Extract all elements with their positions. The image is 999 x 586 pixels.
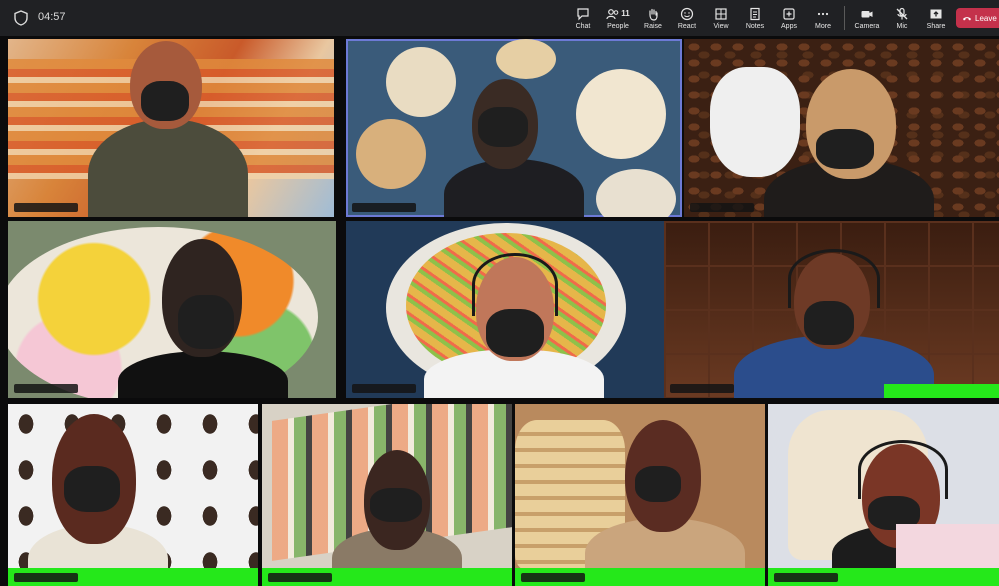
meeting-toolbar: 04:57 Chat 11 People Raise React View No…	[0, 0, 999, 36]
face-blur	[178, 295, 234, 349]
chat-label: Chat	[575, 22, 591, 30]
headset	[858, 440, 948, 499]
raise-label: Raise	[644, 22, 662, 30]
chat-icon	[577, 7, 589, 20]
participant-tile-8[interactable]	[262, 404, 512, 586]
face-blur	[816, 129, 874, 169]
participant-video	[734, 245, 934, 398]
camera-icon	[861, 10, 873, 17]
participant-tile-2-active-speaker[interactable]	[346, 39, 682, 217]
react-button[interactable]: React	[670, 0, 704, 36]
share-label: Share	[926, 22, 946, 30]
leave-label: Leave	[975, 13, 997, 23]
chat-button[interactable]: Chat	[566, 0, 600, 36]
grid-view-icon	[715, 7, 727, 20]
plate-5	[596, 169, 676, 217]
participant-tile-7[interactable]	[8, 404, 258, 586]
participant-name-tag	[14, 203, 78, 212]
face-blur	[478, 107, 528, 147]
shield-icon	[14, 10, 28, 26]
participant-name-tag	[268, 573, 332, 582]
share-icon	[930, 9, 942, 18]
participant-video	[754, 59, 944, 217]
plate-3	[356, 119, 426, 189]
face-blur	[804, 301, 854, 345]
people-label: People	[607, 22, 629, 30]
participant-video	[88, 39, 248, 217]
headset	[472, 253, 558, 316]
participant-video	[28, 414, 168, 586]
participant-video	[118, 231, 288, 398]
headset	[788, 249, 880, 308]
participant-tile-10[interactable]	[768, 404, 999, 586]
participant-tile-1[interactable]	[8, 39, 334, 217]
mic-label: Mic	[896, 22, 908, 30]
people-button[interactable]: 11 People	[600, 0, 636, 36]
react-label: React	[677, 22, 697, 30]
raise-hand-button[interactable]: Raise	[636, 0, 670, 36]
face-blur	[141, 81, 189, 121]
smiley-icon	[680, 7, 694, 20]
people-icon	[606, 8, 619, 19]
face-blur	[486, 309, 544, 357]
hand-icon	[649, 8, 658, 21]
apps-button[interactable]: Apps	[772, 0, 806, 36]
plate-4	[496, 39, 556, 79]
green-screen-strip	[768, 568, 999, 586]
green-screen-strip	[8, 568, 258, 586]
green-screen-strip	[515, 568, 765, 586]
participant-tile-6[interactable]	[664, 221, 999, 398]
participant-tile-4[interactable]	[8, 221, 336, 398]
view-label: View	[713, 22, 729, 30]
leave-button[interactable]: Leave	[956, 8, 999, 28]
view-button[interactable]: View	[704, 0, 738, 36]
toolbar-buttons: Chat 11 People Raise React View Notes Ap…	[566, 0, 953, 36]
participant-name-tag	[521, 573, 585, 582]
participant-video	[332, 444, 462, 586]
notes-label: Notes	[745, 22, 765, 30]
participant-name-tag	[14, 573, 78, 582]
participant-name-tag	[690, 203, 754, 212]
face-blur	[635, 466, 681, 502]
participant-name-tag	[352, 384, 416, 393]
participant-name-tag	[670, 384, 734, 393]
face-blur	[64, 466, 120, 512]
mic-off-icon	[896, 7, 908, 19]
participant-tile-9[interactable]	[515, 404, 765, 586]
share-button[interactable]: Share	[919, 0, 953, 36]
notes-button[interactable]: Notes	[738, 0, 772, 36]
more-button[interactable]: More	[806, 0, 840, 36]
green-screen-strip	[884, 384, 999, 398]
camera-button[interactable]: Camera	[849, 0, 885, 36]
participant-video	[434, 79, 594, 217]
notes-icon	[750, 7, 760, 20]
shirt	[118, 351, 288, 398]
participant-tile-3[interactable]	[684, 39, 999, 217]
more-label: More	[815, 22, 831, 30]
face-blur	[370, 488, 422, 522]
camera-label: Camera	[854, 22, 880, 30]
participant-name-tag	[352, 203, 416, 212]
ellipsis-icon	[817, 12, 829, 15]
participant-video	[424, 251, 604, 398]
hang-up-icon	[963, 17, 971, 21]
meeting-timer: 04:57	[38, 11, 66, 23]
toolbar-divider	[844, 6, 845, 30]
green-screen-strip	[262, 568, 512, 586]
apps-label: Apps	[781, 22, 797, 30]
shirt	[88, 119, 248, 217]
participant-tile-5[interactable]	[346, 221, 664, 398]
participant-name-tag	[14, 384, 78, 393]
participant-video	[585, 418, 745, 586]
people-count: 11	[621, 9, 630, 18]
plus-icon	[783, 7, 795, 20]
mic-button[interactable]: Mic	[885, 0, 919, 36]
participant-name-tag	[774, 573, 838, 582]
